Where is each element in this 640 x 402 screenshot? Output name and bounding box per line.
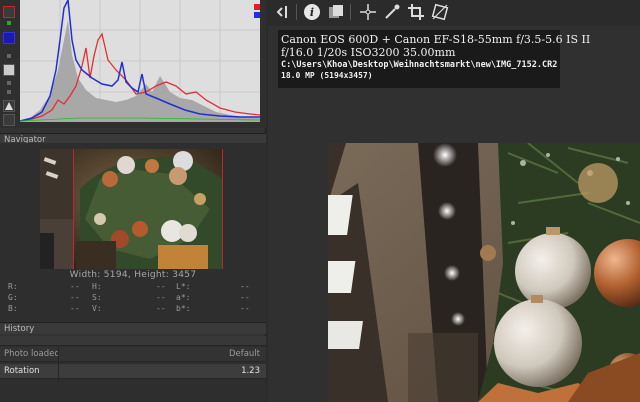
raw-editor-window: Navigator Width: 5194, Height: 3457 R: -… [0, 0, 640, 402]
history-row-value: 1.23 [241, 366, 260, 376]
history-header[interactable]: History [0, 322, 266, 334]
history-column-header [0, 336, 266, 346]
exif-info-overlay: Canon EOS 600D + Canon EF-S18-55mm f/3.5… [278, 30, 591, 88]
readout-label: H: [92, 282, 102, 291]
main-photo[interactable] [328, 143, 640, 402]
megapixels-text: 18.0 MP (5194x3457) [281, 71, 373, 80]
collapse-left-button[interactable] [272, 2, 292, 22]
navigator-viewport-frame[interactable] [73, 149, 223, 269]
before-after-icon [329, 5, 343, 18]
history-row-selected[interactable]: Rotation 1.23 [0, 364, 266, 379]
hand-tool-button[interactable] [358, 2, 378, 22]
before-after-button[interactable] [326, 2, 346, 22]
green-dot-icon [7, 21, 11, 25]
color-picker-icon [385, 4, 400, 19]
histogram-chart [20, 0, 260, 122]
top-toolbar: i [268, 0, 640, 24]
photo-image [328, 143, 640, 402]
raw-histogram-toggle[interactable] [3, 100, 15, 112]
dot-icon [7, 90, 11, 94]
image-dimensions: Width: 5194, Height: 3457 [69, 270, 197, 280]
toolbar-divider [350, 4, 351, 20]
image-viewer[interactable]: Canon EOS 600D + Canon EF-S18-55mm f/3.5… [268, 26, 640, 402]
camera-lens-text: Canon EOS 600D + Canon EF-S18-55mm f/3.5… [281, 33, 591, 46]
histogram-mode-toggle[interactable] [3, 114, 15, 126]
history-list: Photo loaded Default Rotation 1.23 [0, 336, 266, 402]
readout-value: -- [156, 282, 166, 291]
readout-value: -- [156, 304, 166, 313]
readout-value: -- [240, 293, 250, 302]
svg-text:i: i [310, 6, 314, 19]
readout-value: -- [240, 282, 250, 291]
history-row-label: Rotation [4, 366, 40, 376]
dot-icon [7, 54, 11, 58]
navigator-thumbnail[interactable] [40, 149, 223, 269]
left-panel: Navigator Width: 5194, Height: 3457 R: -… [0, 0, 266, 402]
iso-text: ISO3200 [350, 46, 400, 59]
readout-row: R: -- H: -- L*: -- [8, 282, 258, 293]
collapse-left-icon [276, 6, 287, 18]
crosshair-icon [360, 4, 376, 20]
history-title: History [4, 324, 35, 334]
column-divider [58, 347, 59, 381]
histogram-panel [0, 0, 266, 128]
toolbar-divider [296, 4, 297, 20]
file-path-text: C:\Users\Khoa\Desktop\Weihnachtsmarkt\ne… [281, 60, 558, 70]
straighten-button[interactable] [430, 2, 450, 22]
aperture-text: f/16.0 [281, 46, 314, 59]
history-row-value: Default [228, 349, 260, 359]
navigator-panel: Width: 5194, Height: 3457 R: -- H: -- L*: -- G… [0, 143, 266, 325]
color-picker-button[interactable] [382, 2, 402, 22]
pixel-readout: R: -- H: -- L*: -- G: -- S: -- a*: -- B: -- V: -- b*: -- [8, 282, 258, 315]
shutter-text: 1/20s [316, 46, 348, 59]
blue-channel-toggle[interactable] [3, 32, 15, 44]
readout-label: L*: [176, 282, 191, 291]
info-icon: i [304, 4, 320, 20]
focal-length-text: 35.00mm [403, 46, 456, 59]
readout-label: S: [92, 293, 102, 302]
crop-icon [408, 4, 424, 20]
red-channel-toggle[interactable] [3, 6, 15, 18]
readout-value: -- [240, 304, 250, 313]
triangle-up-icon [5, 102, 13, 110]
readout-value: -- [70, 293, 80, 302]
highlight-clip-icon[interactable] [254, 4, 260, 10]
readout-label: V: [92, 304, 102, 313]
crop-button[interactable] [406, 2, 426, 22]
readout-label: b*: [176, 304, 191, 313]
straighten-icon [431, 3, 449, 21]
readout-label: a*: [176, 293, 191, 302]
history-row[interactable]: Photo loaded Default [0, 347, 266, 362]
readout-label: B: [8, 304, 18, 313]
readout-label: R: [8, 282, 18, 291]
info-button[interactable]: i [302, 2, 322, 22]
dot-icon [7, 81, 11, 85]
readout-row: B: -- V: -- b*: -- [8, 304, 258, 315]
histogram-channel-buttons [3, 2, 17, 126]
exposure-line: f/16.0 1/20s ISO3200 35.00mm [281, 46, 557, 60]
shadow-clip-icon[interactable] [254, 12, 260, 18]
readout-value: -- [156, 293, 166, 302]
history-row-label: Photo loaded [4, 349, 60, 359]
clipping-indicators [254, 4, 262, 20]
readout-label: G: [8, 293, 18, 302]
readout-row: G: -- S: -- a*: -- [8, 293, 258, 304]
readout-value: -- [70, 282, 80, 291]
readout-value: -- [70, 304, 80, 313]
luminance-toggle[interactable] [3, 64, 15, 76]
